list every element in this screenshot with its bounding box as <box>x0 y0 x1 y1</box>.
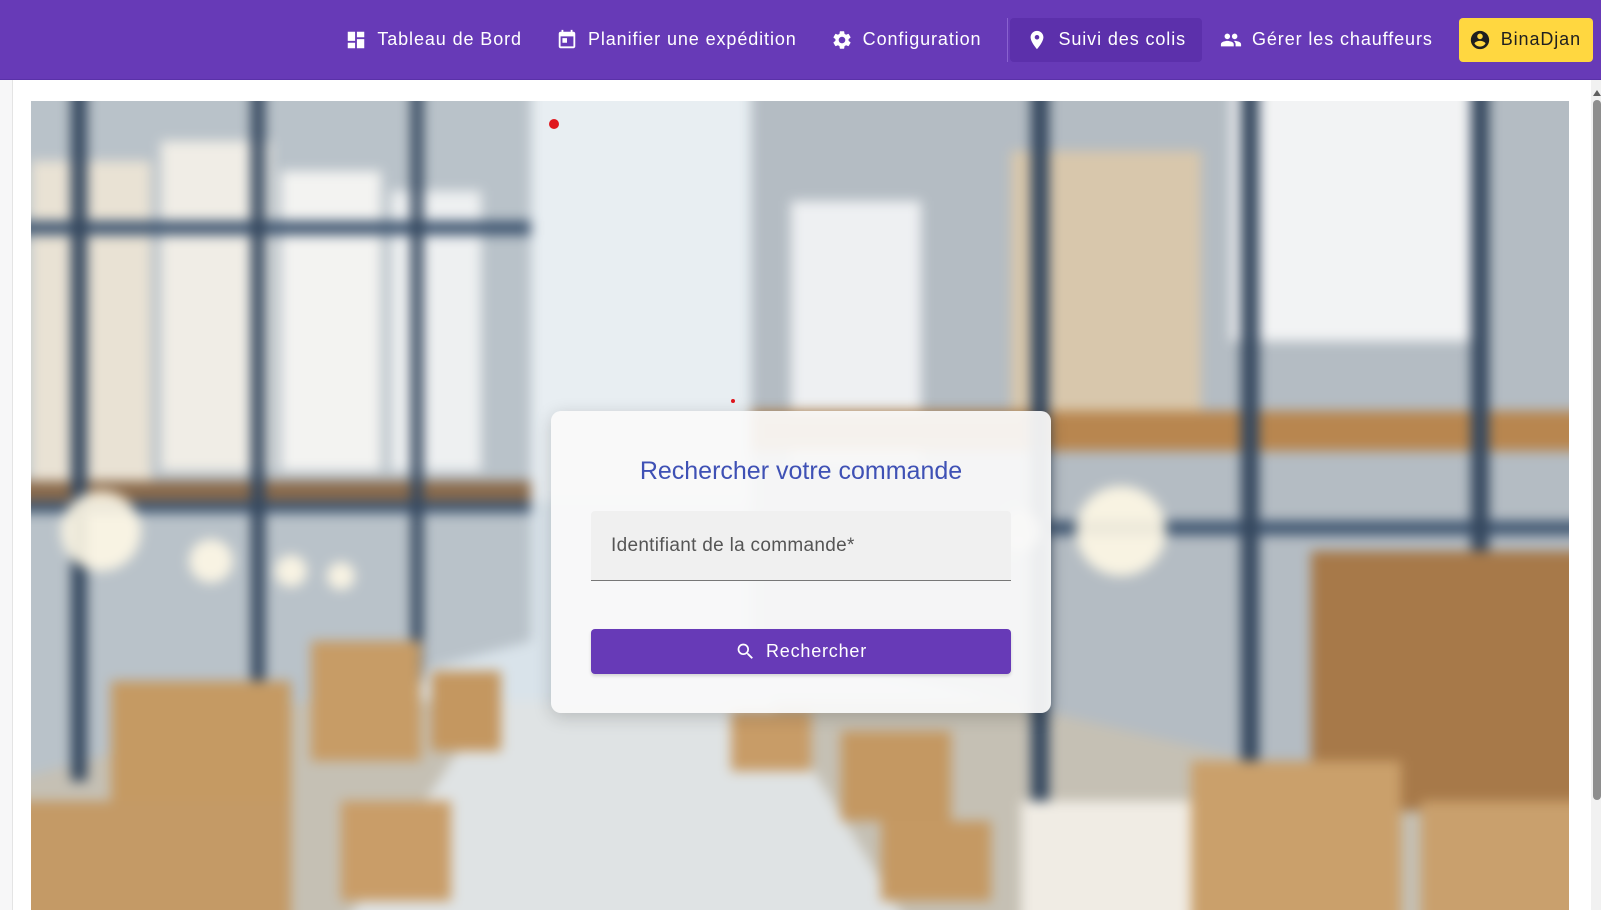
nav-dashboard-label: Tableau de Bord <box>377 29 522 49</box>
nav-dashboard[interactable]: Tableau de Bord <box>329 18 538 62</box>
calendar-icon <box>558 29 576 48</box>
nav-divider <box>1007 17 1009 62</box>
nav-manage-drivers[interactable]: Gérer les chauffeurs <box>1204 18 1449 62</box>
dashboard-icon <box>348 31 365 48</box>
scrollbar-thumb[interactable] <box>1593 100 1601 800</box>
order-search-card: Rechercher votre commande Identifiant de… <box>551 411 1051 713</box>
nav-configuration[interactable]: Configuration <box>815 18 998 62</box>
nav-parcel-tracking[interactable]: Suivi des colis <box>1010 17 1202 62</box>
nav-manage-drivers-label: Gérer les chauffeurs <box>1252 29 1433 49</box>
red-marker <box>549 119 559 129</box>
people-icon <box>1220 33 1242 46</box>
top-navbar: Tableau de Bord Planifier une expédition… <box>0 0 1601 80</box>
card-title: Rechercher votre commande <box>639 457 963 485</box>
search-button-label: Rechercher <box>765 641 868 661</box>
order-id-input[interactable] <box>591 511 1011 580</box>
gear-icon <box>833 30 851 49</box>
user-menu-button[interactable]: BinaDjan <box>1458 17 1593 62</box>
user-name: BinaDjan <box>1500 29 1581 49</box>
scroll-up-arrow-icon[interactable] <box>1593 90 1601 96</box>
location-pin-icon <box>1031 30 1044 49</box>
nav-configuration-label: Configuration <box>862 29 982 49</box>
nav-plan-shipment-label: Planifier une expédition <box>587 29 797 49</box>
search-button[interactable]: Rechercher <box>591 629 1011 674</box>
order-id-field[interactable]: Identifiant de la commande* <box>591 511 1011 581</box>
search-icon <box>737 643 753 659</box>
nav-parcel-tracking-label: Suivi des colis <box>1058 29 1186 49</box>
account-circle-icon <box>1470 30 1489 49</box>
nav-plan-shipment[interactable]: Planifier une expédition <box>540 18 813 62</box>
red-marker <box>731 399 735 403</box>
